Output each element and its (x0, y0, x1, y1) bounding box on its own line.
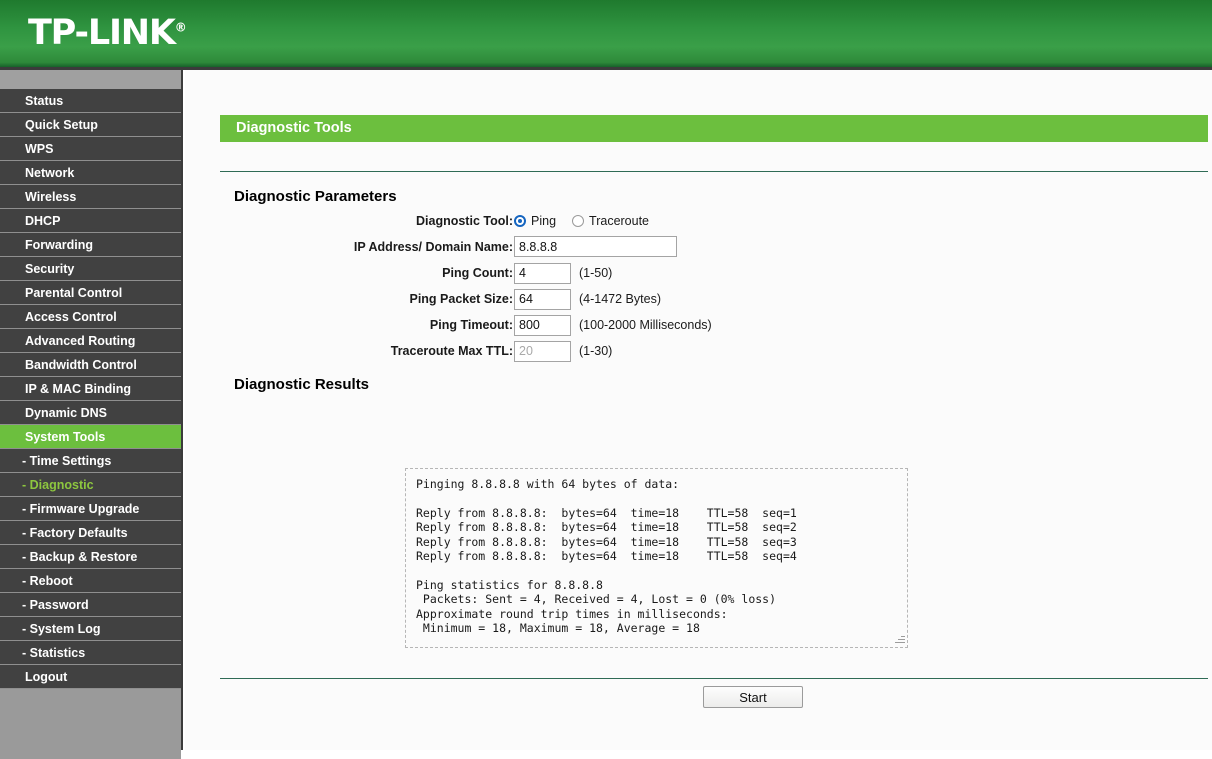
diagnostic-results-heading: Diagnostic Results (234, 376, 370, 393)
sidebar-item-logout[interactable]: Logout (0, 665, 181, 689)
sidebar-top-strip (0, 70, 181, 89)
sidebar-item-forwarding[interactable]: Forwarding (0, 233, 181, 257)
section-divider-bottom (220, 678, 1208, 679)
sidebar-item-access-control[interactable]: Access Control (0, 305, 181, 329)
main-content: Diagnostic Tools Diagnostic Parameters D… (185, 70, 1212, 750)
ping-count-label: Ping Count: (442, 266, 513, 280)
ping-timeout-label: Ping Timeout: (429, 318, 513, 332)
sidebar-item-advanced-routing[interactable]: Advanced Routing (0, 329, 181, 353)
sidebar-item-ip-mac-binding[interactable]: IP & MAC Binding (0, 377, 181, 401)
traceroute-radio-label: Traceroute (589, 214, 650, 228)
sidebar-item-dynamic-dns[interactable]: Dynamic DNS (0, 401, 181, 425)
sidebar-filler (0, 689, 181, 759)
sidebar-item-parental-control[interactable]: Parental Control (0, 281, 181, 305)
ping-timeout-hint: (100-2000 Milliseconds) (579, 318, 712, 332)
form-row-ping-count: Ping Count: (1-50) (185, 262, 1212, 288)
diagnostic-tool-label: Diagnostic Tool: (416, 214, 513, 228)
form-row-ip-address: IP Address/ Domain Name: (185, 236, 1212, 262)
app-header: TP-LINK® (0, 0, 1212, 67)
traceroute-ttl-field-wrap: (1-30) (514, 340, 612, 362)
radio-ping-icon[interactable] (514, 215, 526, 227)
traceroute-ttl-hint: (1-30) (579, 344, 613, 358)
ping-count-input[interactable] (514, 262, 571, 284)
packet-size-hint: (4-1472 Bytes) (579, 292, 661, 306)
diagnostic-results-text: Pinging 8.8.8.8 with 64 bytes of data: R… (416, 477, 797, 636)
sidebar-item-quick-setup[interactable]: Quick Setup (0, 113, 181, 137)
sidebar-item-system-log[interactable]: - System Log (0, 617, 181, 641)
sidebar-item-network[interactable]: Network (0, 161, 181, 185)
registered-trademark-icon: ® (174, 20, 187, 35)
resize-grip-icon[interactable] (893, 633, 905, 645)
ping-radio-option[interactable]: Ping (514, 210, 572, 232)
traceroute-radio-option[interactable]: Traceroute (572, 210, 665, 232)
ip-address-field-wrap (514, 236, 677, 258)
page-layout: Status Quick Setup WPS Network Wireless DHCP F… (0, 70, 1212, 759)
sidebar-item-system-tools[interactable]: System Tools (0, 425, 181, 449)
diagnostic-tool-radio-group: Ping Traceroute (514, 210, 665, 232)
form-row-diagnostic-tool: Diagnostic Tool: Ping Traceroute (185, 210, 1212, 236)
sidebar-item-diagnostic[interactable]: - Diagnostic (0, 473, 181, 497)
packet-size-input[interactable] (514, 288, 571, 310)
ip-address-input[interactable] (514, 236, 677, 258)
form-row-packet-size: Ping Packet Size: (4-1472 Bytes) (185, 288, 1212, 314)
sidebar-navigation: Status Quick Setup WPS Network Wireless DHCP F… (0, 70, 183, 759)
brand-text: TP-LINK (28, 13, 176, 53)
ping-radio-label: Ping (531, 214, 557, 228)
tp-link-logo: TP-LINK® (28, 13, 187, 53)
diagnostic-results-box[interactable]: Pinging 8.8.8.8 with 64 bytes of data: R… (405, 468, 908, 648)
sidebar-item-wps[interactable]: WPS (0, 137, 181, 161)
traceroute-ttl-label: Traceroute Max TTL: (390, 344, 513, 358)
sidebar-item-wireless[interactable]: Wireless (0, 185, 181, 209)
radio-traceroute-icon[interactable] (572, 215, 585, 227)
sidebar-item-bandwidth-control[interactable]: Bandwidth Control (0, 353, 181, 377)
sidebar-item-firmware-upgrade[interactable]: - Firmware Upgrade (0, 497, 181, 521)
diagnostic-parameters-form: Diagnostic Tool: Ping Traceroute IP Addre… (185, 210, 1212, 366)
packet-size-field-wrap: (4-1472 Bytes) (514, 288, 661, 310)
form-row-traceroute-ttl: Traceroute Max TTL: (1-30) (185, 340, 1212, 366)
ping-timeout-input[interactable] (514, 314, 571, 336)
ping-timeout-field-wrap: (100-2000 Milliseconds) (514, 314, 712, 336)
diagnostic-parameters-heading: Diagnostic Parameters (234, 188, 397, 205)
sidebar-item-password[interactable]: - Password (0, 593, 181, 617)
sidebar-item-factory-defaults[interactable]: - Factory Defaults (0, 521, 181, 545)
sidebar-item-security[interactable]: Security (0, 257, 181, 281)
ping-count-field-wrap: (1-50) (514, 262, 612, 284)
sidebar-item-status[interactable]: Status (0, 89, 181, 113)
ping-count-hint: (1-50) (579, 266, 613, 280)
section-divider-top (220, 171, 1208, 172)
sidebar-menu-list: Status Quick Setup WPS Network Wireless DHCP F… (0, 89, 181, 689)
sidebar-item-reboot[interactable]: - Reboot (0, 569, 181, 593)
start-button[interactable]: Start (703, 686, 803, 708)
ip-address-label: IP Address/ Domain Name: (353, 240, 513, 254)
sidebar-item-time-settings[interactable]: - Time Settings (0, 449, 181, 473)
page-title: Diagnostic Tools (220, 115, 1208, 142)
traceroute-ttl-input[interactable] (514, 340, 571, 362)
sidebar-item-statistics[interactable]: - Statistics (0, 641, 181, 665)
sidebar-item-backup-restore[interactable]: - Backup & Restore (0, 545, 181, 569)
sidebar-item-dhcp[interactable]: DHCP (0, 209, 181, 233)
packet-size-label: Ping Packet Size: (409, 292, 513, 306)
form-row-ping-timeout: Ping Timeout: (100-2000 Milliseconds) (185, 314, 1212, 340)
